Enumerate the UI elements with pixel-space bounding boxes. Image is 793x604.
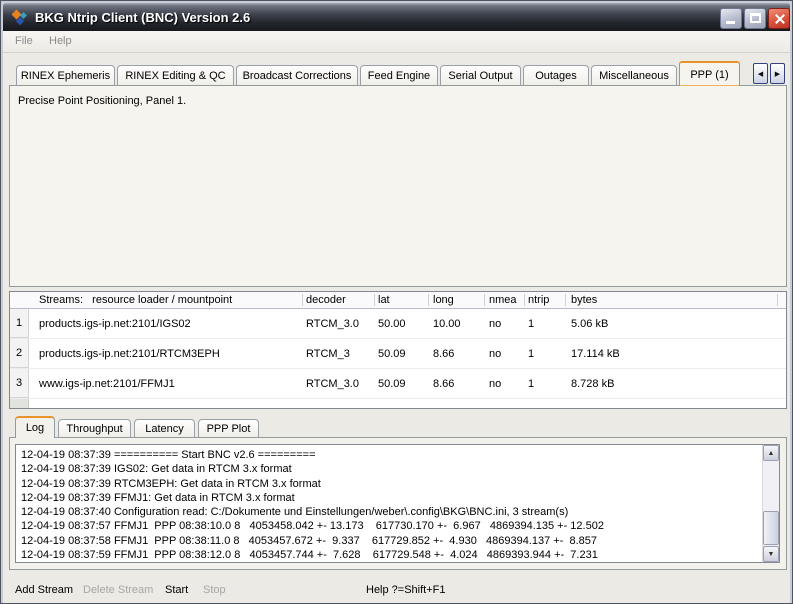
tab-latency[interactable]: Latency: [134, 419, 195, 438]
cell-lat: 50.00: [378, 318, 406, 330]
minimize-button[interactable]: [720, 8, 742, 29]
tab-broadcast-corrections[interactable]: Broadcast Corrections: [236, 65, 358, 86]
tab-outages[interactable]: Outages: [523, 65, 589, 86]
cell-ntrip: 1: [528, 348, 534, 360]
log-output[interactable]: 12-04-19 08:37:39 ========== Start BNC v…: [15, 444, 780, 563]
header-long: long: [433, 294, 454, 306]
log-line: 12-04-19 08:37:58 FFMJ1 PPP 08:38:11.0 8…: [21, 534, 757, 548]
cell-nmea: no: [489, 318, 501, 330]
header-streams: Streams: resource loader / mountpoint: [39, 294, 232, 306]
header-nmea: nmea: [489, 294, 517, 306]
cell-ntrip: 1: [528, 378, 534, 390]
table-row[interactable]: 2 products.igs-ip.net:2101/RTCM3EPH RTCM…: [10, 339, 786, 369]
log-text: 12-04-19 08:37:39 ========== Start BNC v…: [21, 448, 757, 560]
scrollbar-thumb[interactable]: [763, 511, 779, 545]
cell-mountpoint: products.igs-ip.net:2101/RTCM3EPH: [39, 348, 220, 360]
log-line: 12-04-19 08:37:39 ========== Start BNC v…: [21, 448, 757, 462]
streams-table-header: Streams: resource loader / mountpoint de…: [10, 292, 786, 309]
header-lat: lat: [378, 294, 390, 306]
tab-scroll-right-icon[interactable]: ▶: [770, 63, 785, 84]
cell-ntrip: 1: [528, 318, 534, 330]
log-line: 12-04-19 08:37:39 RTCM3EPH: Get data in …: [21, 477, 757, 491]
tab-rinex-editing-qc[interactable]: RINEX Editing & QC: [117, 65, 234, 86]
cell-decoder: RTCM_3.0: [306, 378, 359, 390]
header-ntrip: ntrip: [528, 294, 549, 306]
maximize-button[interactable]: [744, 8, 766, 29]
header-bytes: bytes: [571, 294, 597, 306]
log-line: 12-04-19 08:37:57 FFMJ1 PPP 08:38:10.0 8…: [21, 519, 757, 533]
tab-throughput[interactable]: Throughput: [58, 419, 131, 438]
row-number[interactable]: 1: [10, 309, 29, 338]
window-title: BKG Ntrip Client (BNC) Version 2.6: [35, 10, 250, 25]
stop-button[interactable]: Stop: [203, 584, 226, 596]
main-tab-bar: RINEX Ephemeris RINEX Editing & QC Broad…: [16, 61, 756, 86]
maximize-icon: [750, 13, 761, 23]
scroll-up-icon[interactable]: ▲: [763, 445, 779, 461]
cell-nmea: no: [489, 378, 501, 390]
ppp-panel: Precise Point Positioning, Panel 1.: [9, 85, 787, 287]
close-button[interactable]: [768, 8, 790, 29]
table-row[interactable]: 3 www.igs-ip.net:2101/FFMJ1 RTCM_3.0 50.…: [10, 369, 786, 399]
minimize-icon: [726, 21, 735, 24]
cell-long: 8.66: [433, 378, 454, 390]
close-icon: [775, 14, 785, 24]
add-stream-button[interactable]: Add Stream: [15, 584, 73, 596]
app-window: BKG Ntrip Client (BNC) Version 2.6 File …: [0, 0, 793, 604]
log-line: 12-04-19 08:37:40 Configuration read: C:…: [21, 505, 757, 519]
tab-ppp-plot[interactable]: PPP Plot: [198, 419, 259, 438]
menu-help[interactable]: Help: [49, 35, 72, 47]
status-bar: Add Stream Delete Stream Start Stop Help…: [3, 573, 790, 603]
cell-decoder: RTCM_3: [306, 348, 350, 360]
cell-mountpoint: www.igs-ip.net:2101/FFMJ1: [39, 378, 175, 390]
cell-mountpoint: products.igs-ip.net:2101/IGS02: [39, 318, 191, 330]
tab-scroll-left-icon[interactable]: ◀: [753, 63, 768, 84]
row-number[interactable]: 3: [10, 369, 29, 398]
tab-serial-output[interactable]: Serial Output: [440, 65, 521, 86]
cell-long: 10.00: [433, 318, 461, 330]
tab-miscellaneous[interactable]: Miscellaneous: [591, 65, 677, 86]
table-row[interactable]: 1 products.igs-ip.net:2101/IGS02 RTCM_3.…: [10, 309, 786, 339]
tab-ppp-1[interactable]: PPP (1): [679, 61, 740, 86]
tab-rinex-ephemeris[interactable]: RINEX Ephemeris: [16, 65, 115, 86]
tab-log[interactable]: Log: [15, 416, 55, 438]
tab-feed-engine[interactable]: Feed Engine: [360, 65, 438, 86]
log-line: 12-04-19 08:37:39 IGS02: Get data in RTC…: [21, 462, 757, 476]
panel-caption: Precise Point Positioning, Panel 1.: [18, 95, 186, 107]
app-icon: [12, 9, 29, 26]
cell-nmea: no: [489, 348, 501, 360]
cell-lat: 50.09: [378, 378, 406, 390]
menu-bar: File Help: [3, 31, 790, 53]
title-bar[interactable]: BKG Ntrip Client (BNC) Version 2.6: [3, 3, 790, 31]
cell-bytes: 8.728 kB: [571, 378, 614, 390]
cell-lat: 50.09: [378, 348, 406, 360]
delete-stream-button[interactable]: Delete Stream: [83, 584, 153, 596]
start-button[interactable]: Start: [165, 584, 188, 596]
log-line: 12-04-19 08:37:59 FFMJ1 PPP 08:38:12.0 8…: [21, 548, 757, 560]
cell-bytes: 5.06 kB: [571, 318, 608, 330]
cell-bytes: 17.114 kB: [571, 348, 620, 360]
header-decoder: decoder: [306, 294, 346, 306]
scroll-down-icon[interactable]: ▼: [763, 546, 779, 562]
log-line: 12-04-19 08:37:39 FFMJ1: Get data in RTC…: [21, 491, 757, 505]
menu-file[interactable]: File: [15, 35, 33, 47]
bottom-tab-bar: Log Throughput Latency PPP Plot: [15, 416, 259, 438]
cell-decoder: RTCM_3.0: [306, 318, 359, 330]
cell-long: 8.66: [433, 348, 454, 360]
row-number[interactable]: 2: [10, 339, 29, 368]
streams-table: Streams: resource loader / mountpoint de…: [9, 291, 787, 409]
log-scrollbar[interactable]: ▲ ▼: [762, 445, 779, 562]
empty-row-header: [10, 399, 29, 408]
help-label: Help ?=Shift+F1: [366, 584, 446, 596]
